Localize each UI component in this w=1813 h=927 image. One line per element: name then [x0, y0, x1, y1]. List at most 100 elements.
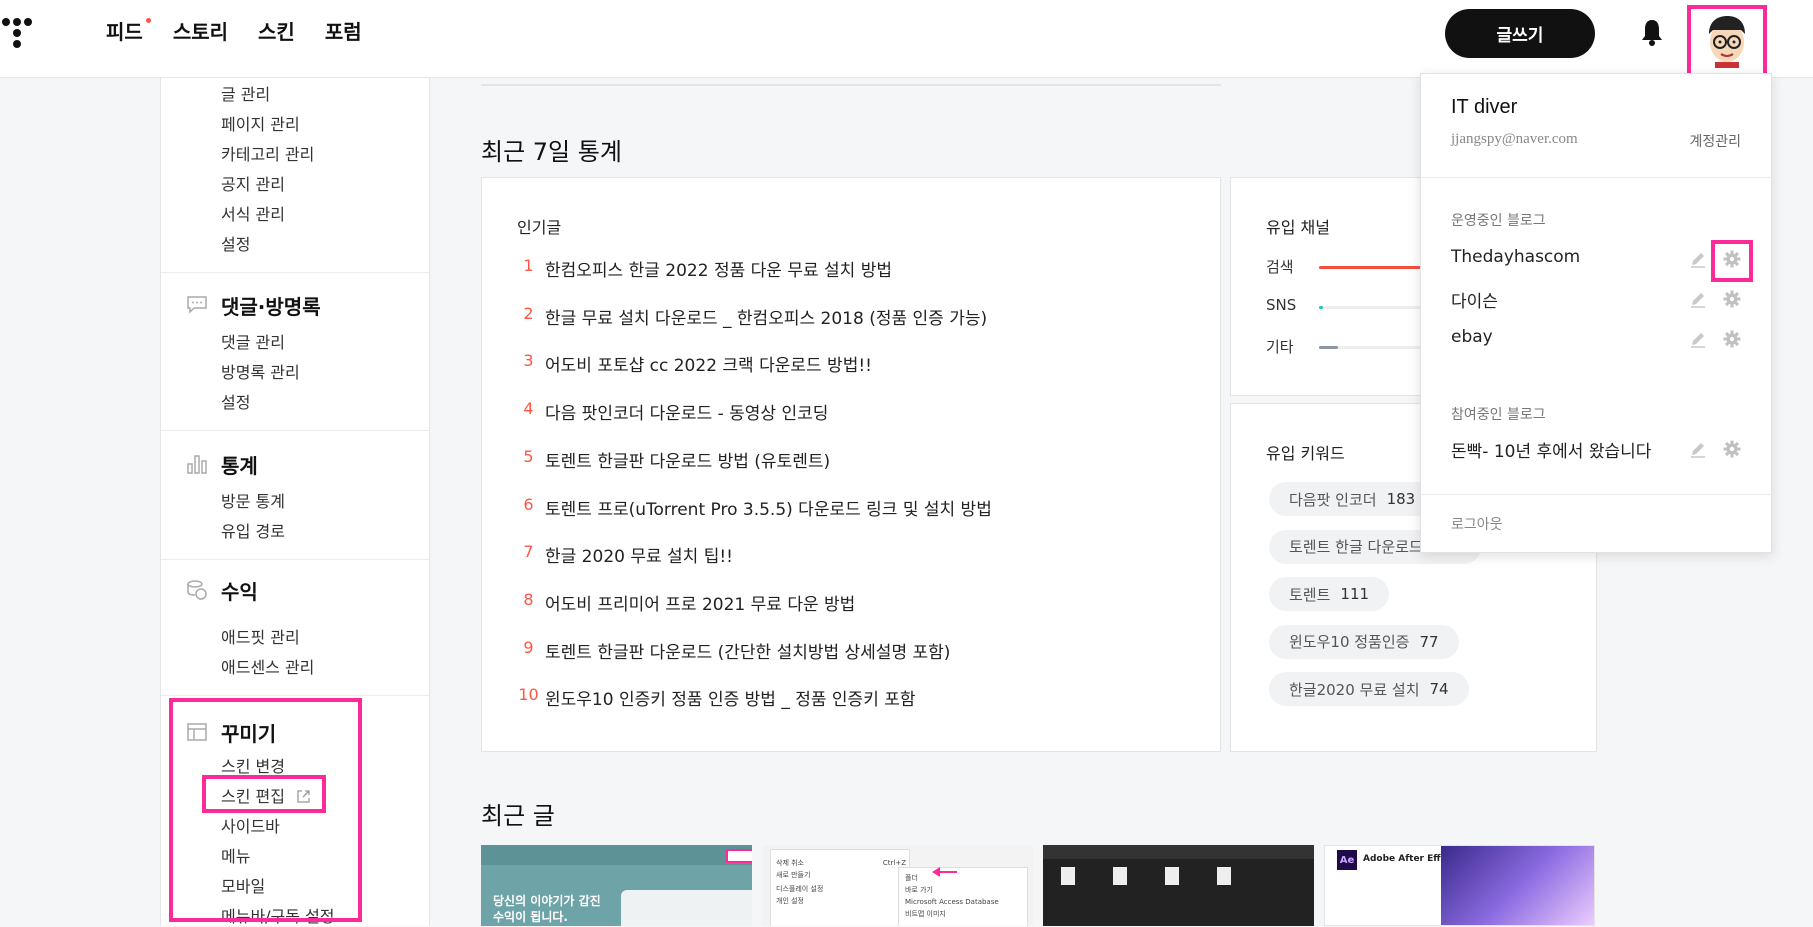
popular-post-item[interactable]: 6 토렌트 프로(uTorrent Pro 3.5.5) 다운로드 링크 및 설치… [512, 494, 992, 520]
menu-category-manage[interactable]: 카테고리 관리 [221, 141, 314, 165]
avatar-icon [1709, 16, 1745, 68]
menu-adfit-manage[interactable]: 애드핏 관리 [221, 624, 300, 648]
keyword-name: 토렌트 [1289, 585, 1331, 604]
keyword-count: 111 [1340, 585, 1370, 603]
blog-name[interactable]: ebay [1451, 327, 1493, 347]
keywords-label: 유입 키워드 [1266, 444, 1345, 463]
keyword-chip[interactable]: 토렌트 111 [1269, 577, 1390, 611]
keyword-count: 74 [1429, 680, 1449, 698]
recent-post-thumb-4[interactable]: Ae Adobe After Effects [1324, 845, 1595, 926]
menu-adsense-manage[interactable]: 애드센스 관리 [221, 654, 314, 678]
blog-name[interactable]: Thedayhascom [1451, 247, 1580, 267]
channels-label: 유입 채널 [1266, 218, 1330, 237]
write-button[interactable]: 글쓰기 [1445, 9, 1595, 58]
channel-label: 기타 [1266, 338, 1294, 356]
channel-bar-fill [1319, 346, 1338, 349]
thumb-2-line: 비트맵 이미지 [905, 910, 946, 918]
popular-post-rank: 6 [523, 494, 534, 514]
popular-post-title[interactable]: 다음 팟인코더 다운로드 - 동영상 인코딩 [545, 399, 828, 424]
thumb-2-line: 바로 가기 [905, 886, 933, 894]
speech-bubble-icon [187, 296, 207, 314]
divider [161, 430, 429, 431]
popular-post-title[interactable]: 토렌트 프로(uTorrent Pro 3.5.5) 다운로드 링크 및 설치 … [545, 495, 992, 520]
menu-referrer[interactable]: 유입 경로 [221, 518, 285, 542]
keyword-chip[interactable]: 윈도우10 정품인증 77 [1269, 624, 1459, 659]
popular-post-title[interactable]: 토렌트 한글판 다운로드 방법 (유토렌트) [545, 447, 830, 472]
main-nav: 피드 스토리 스킨 포럼 [106, 18, 392, 46]
highlight-settings-gear [1711, 240, 1753, 282]
nav-forum[interactable]: 포럼 [325, 18, 362, 46]
channel-label: SNS [1266, 296, 1297, 314]
pencil-icon[interactable] [1689, 250, 1707, 268]
recent-post-thumb-2[interactable]: 삭제 취소 Ctrl+Z 새로 만들기 디스플레이 설정 개인 설정 폴더 바로 … [762, 845, 1033, 926]
popular-post-rank: 10 [518, 685, 539, 705]
top-bar: 피드 스토리 스킨 포럼 글쓰기 [0, 0, 1813, 87]
popular-post-title[interactable]: 어도비 프리미어 프로 2021 무료 다운 방법 [545, 590, 855, 615]
menu-section-stats[interactable]: 통계 [221, 450, 258, 479]
popular-post-item[interactable]: 10 윈도우10 인증키 정품 인증 방법 _ 정품 인증키 포함 [512, 685, 916, 710]
popular-post-item[interactable]: 4 다음 팟인코더 다운로드 - 동영상 인코딩 [512, 399, 828, 424]
thumb-2-line: 개인 설정 [776, 897, 804, 905]
popular-post-item[interactable]: 1 한컴오피스 한글 2022 정품 다운 무료 설치 방법 [512, 256, 892, 281]
gear-icon[interactable] [1723, 290, 1741, 308]
menu-settings[interactable]: 설정 [221, 231, 250, 255]
menu-section-comments[interactable]: 댓글·방명록 [221, 291, 321, 320]
menu-section-revenue[interactable]: 수익 [221, 576, 258, 605]
popular-post-item[interactable]: 7 한글 2020 무료 설치 팁!! [512, 542, 733, 567]
bar-chart-icon [187, 455, 207, 474]
popular-post-title[interactable]: 어도비 포토샵 cc 2022 크랙 다운로드 방법!! [545, 351, 872, 376]
popular-post-rank: 3 [523, 351, 534, 371]
keyword-chip[interactable]: 한글2020 무료 설치 74 [1269, 672, 1469, 706]
blog-name[interactable]: 다이슨 [1451, 287, 1498, 312]
bell-icon[interactable] [1640, 17, 1664, 47]
account-dropdown: IT diver jjangspy@naver.com 계정관리 운영중인 블로… [1420, 73, 1772, 553]
recent-post-thumb-3[interactable] [1043, 845, 1314, 926]
pencil-icon[interactable] [1689, 290, 1707, 308]
tistory-logo-icon[interactable] [2, 18, 38, 52]
menu-page-manage[interactable]: 페이지 관리 [221, 111, 300, 135]
popular-post-rank: 9 [523, 637, 534, 657]
thumb-2-line: Microsoft Access Database [905, 898, 999, 906]
popular-post-title[interactable]: 한글 2020 무료 설치 팁!! [545, 542, 733, 567]
menu-visit-stats[interactable]: 방문 통계 [221, 488, 285, 512]
keyword-count: 77 [1419, 632, 1439, 651]
nav-feed[interactable]: 피드 [106, 18, 151, 46]
pencil-icon[interactable] [1689, 440, 1707, 458]
menu-comment-manage[interactable]: 댓글 관리 [221, 329, 285, 353]
popular-post-item[interactable]: 5 토렌트 한글판 다운로드 방법 (유토렌트) [512, 447, 830, 472]
keyword-name: 한글2020 무료 설치 [1289, 680, 1420, 699]
popular-post-title[interactable]: 한글 무료 설치 다운로드 _ 한컴오피스 2018 (정품 인증 가능) [545, 304, 987, 329]
menu-guestbook-manage[interactable]: 방명록 관리 [221, 359, 300, 383]
menu-notice-manage[interactable]: 공지 관리 [221, 171, 285, 195]
stats-title: 최근 7일 통계 [481, 138, 622, 166]
divider [161, 559, 429, 560]
menu-comment-settings[interactable]: 설정 [221, 389, 250, 413]
gear-icon[interactable] [1723, 330, 1741, 348]
coins-icon [187, 580, 207, 600]
blog-name[interactable]: 돈빡- 10년 후에서 왔습니다 [1451, 437, 1651, 462]
nav-skin[interactable]: 스킨 [258, 18, 295, 46]
divider [161, 695, 429, 696]
gear-icon[interactable] [1723, 440, 1741, 458]
popular-post-rank: 5 [523, 446, 534, 466]
menu-template-manage[interactable]: 서식 관리 [221, 201, 285, 225]
thumb-2-line: 디스플레이 설정 [776, 885, 824, 893]
popular-post-title[interactable]: 한컴오피스 한글 2022 정품 다운 무료 설치 방법 [545, 256, 892, 281]
popular-post-item[interactable]: 2 한글 무료 설치 다운로드 _ 한컴오피스 2018 (정품 인증 가능) [512, 304, 987, 329]
popular-post-title[interactable]: 윈도우10 인증키 정품 인증 방법 _ 정품 인증키 포함 [545, 685, 916, 710]
recent-post-thumb-1[interactable]: 당신의 이야기가 갑진 수익이 됩니다. [481, 845, 752, 926]
menu-post-manage[interactable]: 글 관리 [221, 81, 270, 105]
popular-post-item[interactable]: 8 어도비 프리미어 프로 2021 무료 다운 방법 [512, 590, 855, 615]
keyword-chip[interactable]: 다음팟 인코더 183 [1269, 482, 1436, 516]
popular-post-item[interactable]: 9 토렌트 한글판 다운로드 (간단한 설치방법 상세설명 포함) [512, 638, 950, 663]
account-manage-link[interactable]: 계정관리 [1689, 131, 1741, 151]
pencil-icon[interactable] [1689, 330, 1707, 348]
popular-post-item[interactable]: 3 어도비 포토샵 cc 2022 크랙 다운로드 방법!! [512, 351, 872, 376]
logout-button[interactable]: 로그아웃 [1451, 514, 1503, 534]
popular-post-rank: 7 [523, 542, 534, 562]
account-name: IT diver [1451, 96, 1518, 118]
popular-post-rank: 2 [523, 303, 534, 323]
operating-blogs-label: 운영중인 블로그 [1451, 213, 1546, 229]
nav-story[interactable]: 스토리 [173, 18, 228, 46]
popular-post-title[interactable]: 토렌트 한글판 다운로드 (간단한 설치방법 상세설명 포함) [545, 638, 950, 663]
